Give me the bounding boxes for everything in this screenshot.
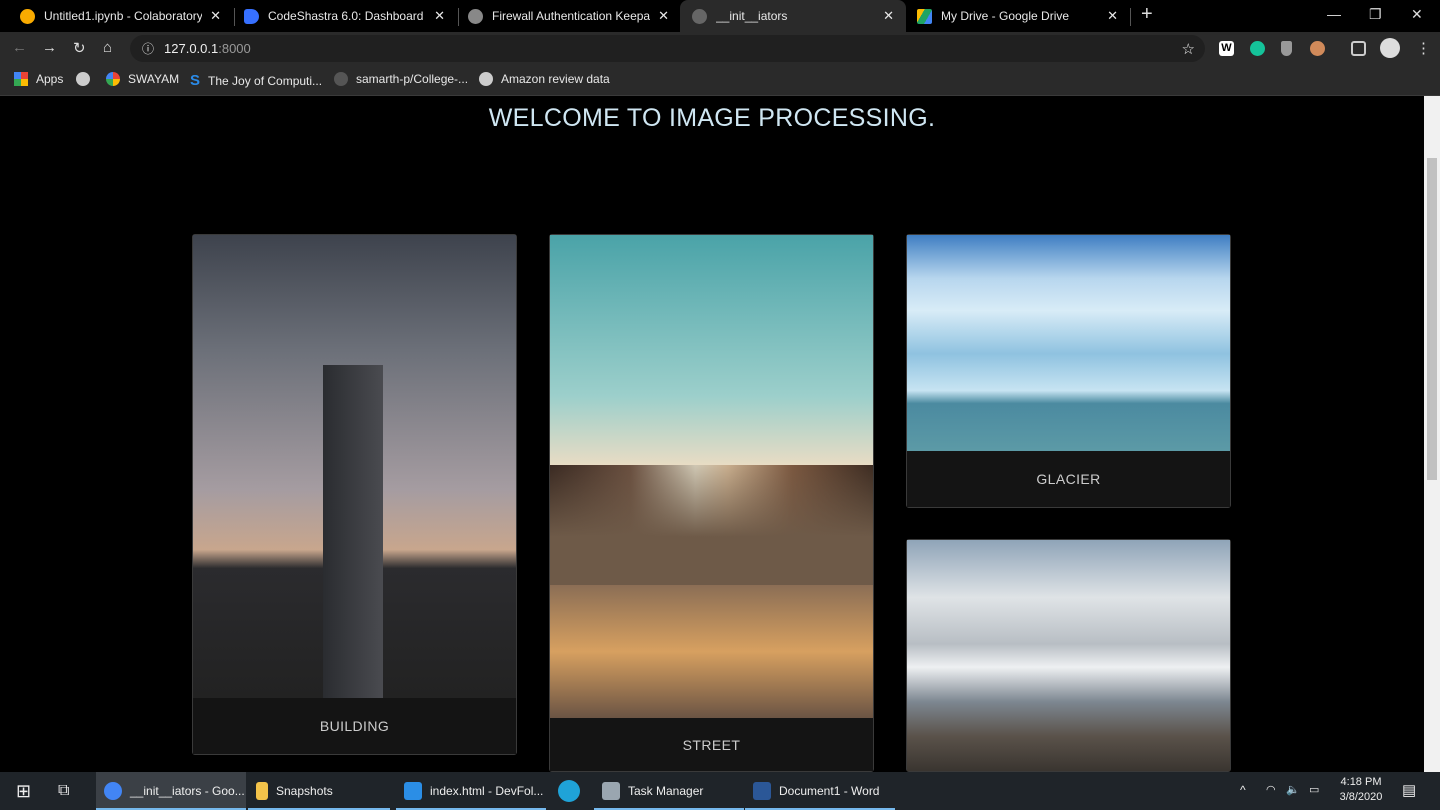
folder-icon: [256, 782, 268, 800]
browser-toolbar: ← → ↻ ⌂ ⓘ 127.0.0.1:8000 ☆ W ⋮: [0, 32, 1440, 64]
glacier-image: [907, 235, 1230, 451]
google-icon: [106, 72, 120, 86]
globe-icon: [76, 72, 90, 86]
bookmark-star-icon[interactable]: ☆: [1182, 40, 1195, 58]
taskbar-snapshots[interactable]: Snapshots: [248, 772, 390, 810]
globe-icon: [692, 8, 707, 24]
battery-icon[interactable]: ▭: [1309, 783, 1319, 796]
bookmark-joy-of-computing[interactable]: S The Joy of Computi...: [190, 72, 322, 89]
bookmarks-bar: Apps SWAYAM S The Joy of Computi... samar…: [0, 64, 1440, 96]
tab-divider: [1130, 8, 1131, 26]
close-icon[interactable]: ✕: [1107, 8, 1118, 24]
taskbar-vscode[interactable]: index.html - DevFol...: [396, 772, 546, 810]
bookmark-globe[interactable]: [76, 72, 98, 86]
menu-kebab-icon[interactable]: ⋮: [1416, 39, 1431, 57]
cast-icon[interactable]: [1351, 41, 1366, 56]
devfolio-icon: [244, 8, 259, 24]
tab-google-drive[interactable]: My Drive - Google Drive ✕: [905, 0, 1130, 32]
globe-icon: [468, 8, 483, 24]
windows-taskbar: ⊞ ⧉ __init__iators - Goo... Snapshots in…: [0, 772, 1440, 810]
clock[interactable]: 4:18 PM 3/8/2020: [1333, 776, 1389, 803]
swayam-s-icon: S: [190, 72, 201, 89]
tab-initiators-active[interactable]: __init__iators ✕: [680, 0, 906, 32]
forward-button[interactable]: →: [42, 39, 57, 56]
taskbar-word[interactable]: Document1 - Word: [745, 772, 895, 810]
start-button[interactable]: ⊞: [8, 772, 31, 810]
close-window-button[interactable]: ✕: [1411, 6, 1423, 23]
edge-icon: [558, 780, 580, 802]
info-icon: ⓘ: [142, 42, 155, 56]
taskbar-task-manager[interactable]: Task Manager: [594, 772, 744, 810]
bookmark-github[interactable]: samarth-p/College-...: [334, 72, 468, 86]
close-icon[interactable]: ✕: [434, 8, 445, 24]
restore-button[interactable]: ❐: [1369, 6, 1382, 23]
volume-icon[interactable]: 🔈: [1286, 783, 1300, 796]
github-icon: [334, 72, 348, 86]
tray-chevron-icon[interactable]: ^: [1240, 783, 1246, 797]
building-image: [193, 235, 516, 698]
tab-strip: Untitled1.ipynb - Colaboratory ✕ CodeShas…: [0, 0, 1440, 32]
wifi-icon[interactable]: ◠: [1266, 783, 1276, 796]
bookmark-amazon-review[interactable]: Amazon review data: [479, 72, 610, 86]
task-manager-icon: [602, 782, 620, 800]
taskbar-edge[interactable]: [550, 772, 590, 810]
w-extension-icon[interactable]: W: [1219, 41, 1234, 56]
scrollbar-thumb[interactable]: [1427, 158, 1437, 480]
colab-icon: [20, 8, 35, 24]
tab-colab[interactable]: Untitled1.ipynb - Colaboratory ✕: [8, 0, 233, 32]
word-icon: [753, 782, 771, 800]
minimize-button[interactable]: —: [1327, 6, 1341, 22]
avatar-extension-icon[interactable]: [1310, 41, 1325, 56]
bookmark-swayam[interactable]: SWAYAM: [106, 72, 179, 86]
page-content: WELCOME TO IMAGE PROCESSING. BUILDING ST…: [0, 96, 1424, 772]
vscode-icon: [404, 782, 422, 800]
card-building[interactable]: BUILDING: [192, 234, 517, 755]
card-caption: GLACIER: [907, 451, 1230, 507]
taskbar-chrome[interactable]: __init__iators - Goo...: [96, 772, 246, 810]
tab-firewall[interactable]: Firewall Authentication Keepalive✕: [456, 0, 681, 32]
street-image: [550, 235, 873, 718]
card-glacier[interactable]: GLACIER: [906, 234, 1231, 508]
grammarly-icon[interactable]: [1250, 41, 1265, 56]
new-tab-button[interactable]: +: [1141, 3, 1153, 26]
shield-extension-icon[interactable]: [1281, 41, 1292, 56]
google-drive-icon: [917, 8, 932, 24]
card-mountain[interactable]: [906, 539, 1231, 772]
close-icon[interactable]: ✕: [210, 8, 221, 24]
mountain-image: [907, 540, 1230, 771]
profile-avatar[interactable]: [1380, 38, 1400, 58]
apps-grid-icon: [14, 72, 28, 86]
back-button[interactable]: ←: [12, 39, 27, 56]
task-view-button[interactable]: ⧉: [50, 772, 69, 810]
card-caption: STREET: [550, 718, 873, 771]
reload-button[interactable]: ↻: [73, 39, 86, 57]
close-icon[interactable]: ✕: [883, 8, 894, 24]
tab-codeshastra[interactable]: CodeShastra 6.0: Dashboard | De✕: [232, 0, 457, 32]
bookmark-apps[interactable]: Apps: [14, 72, 63, 86]
home-button[interactable]: ⌂: [103, 39, 112, 56]
page-title: WELCOME TO IMAGE PROCESSING.: [488, 104, 936, 132]
card-caption: BUILDING: [193, 698, 516, 754]
card-street[interactable]: STREET: [549, 234, 874, 772]
notifications-icon[interactable]: ▤: [1402, 781, 1416, 799]
address-bar[interactable]: ⓘ 127.0.0.1:8000 ☆: [130, 35, 1205, 62]
close-icon[interactable]: ✕: [658, 8, 669, 24]
chrome-icon: [104, 782, 122, 800]
globe-icon: [479, 72, 493, 86]
